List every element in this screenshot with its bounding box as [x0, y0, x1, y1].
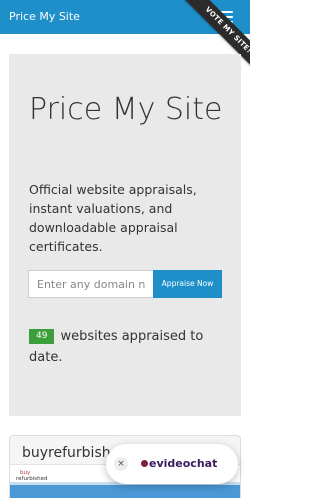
appraisal-count: 49 websites appraised to date.: [29, 326, 235, 368]
hero-description: Official website appraisals, instant val…: [29, 182, 197, 254]
chat-logo-icon: [141, 460, 148, 467]
appraise-form: Appraise Now: [28, 270, 222, 298]
appraise-button[interactable]: Appraise Now: [153, 270, 222, 298]
chat-brand-label[interactable]: evideochat: [149, 456, 217, 471]
navbar: Price My Site VOTE MY SITE!: [0, 0, 250, 77]
site-thumbnail-logo: buy refurbished: [16, 470, 48, 482]
chat-widget[interactable]: × evideochat: [106, 444, 238, 484]
close-icon[interactable]: ×: [114, 457, 128, 471]
domain-input[interactable]: [28, 270, 153, 298]
count-suffix: websites appraised to date.: [29, 329, 204, 365]
page-title: Price My Site: [29, 92, 223, 127]
brand-link[interactable]: Price My Site: [9, 10, 80, 24]
hero-panel: Price My Site Official website appraisal…: [9, 54, 241, 416]
count-badge: 49: [29, 329, 55, 344]
thumbnail-banner: [10, 485, 240, 498]
